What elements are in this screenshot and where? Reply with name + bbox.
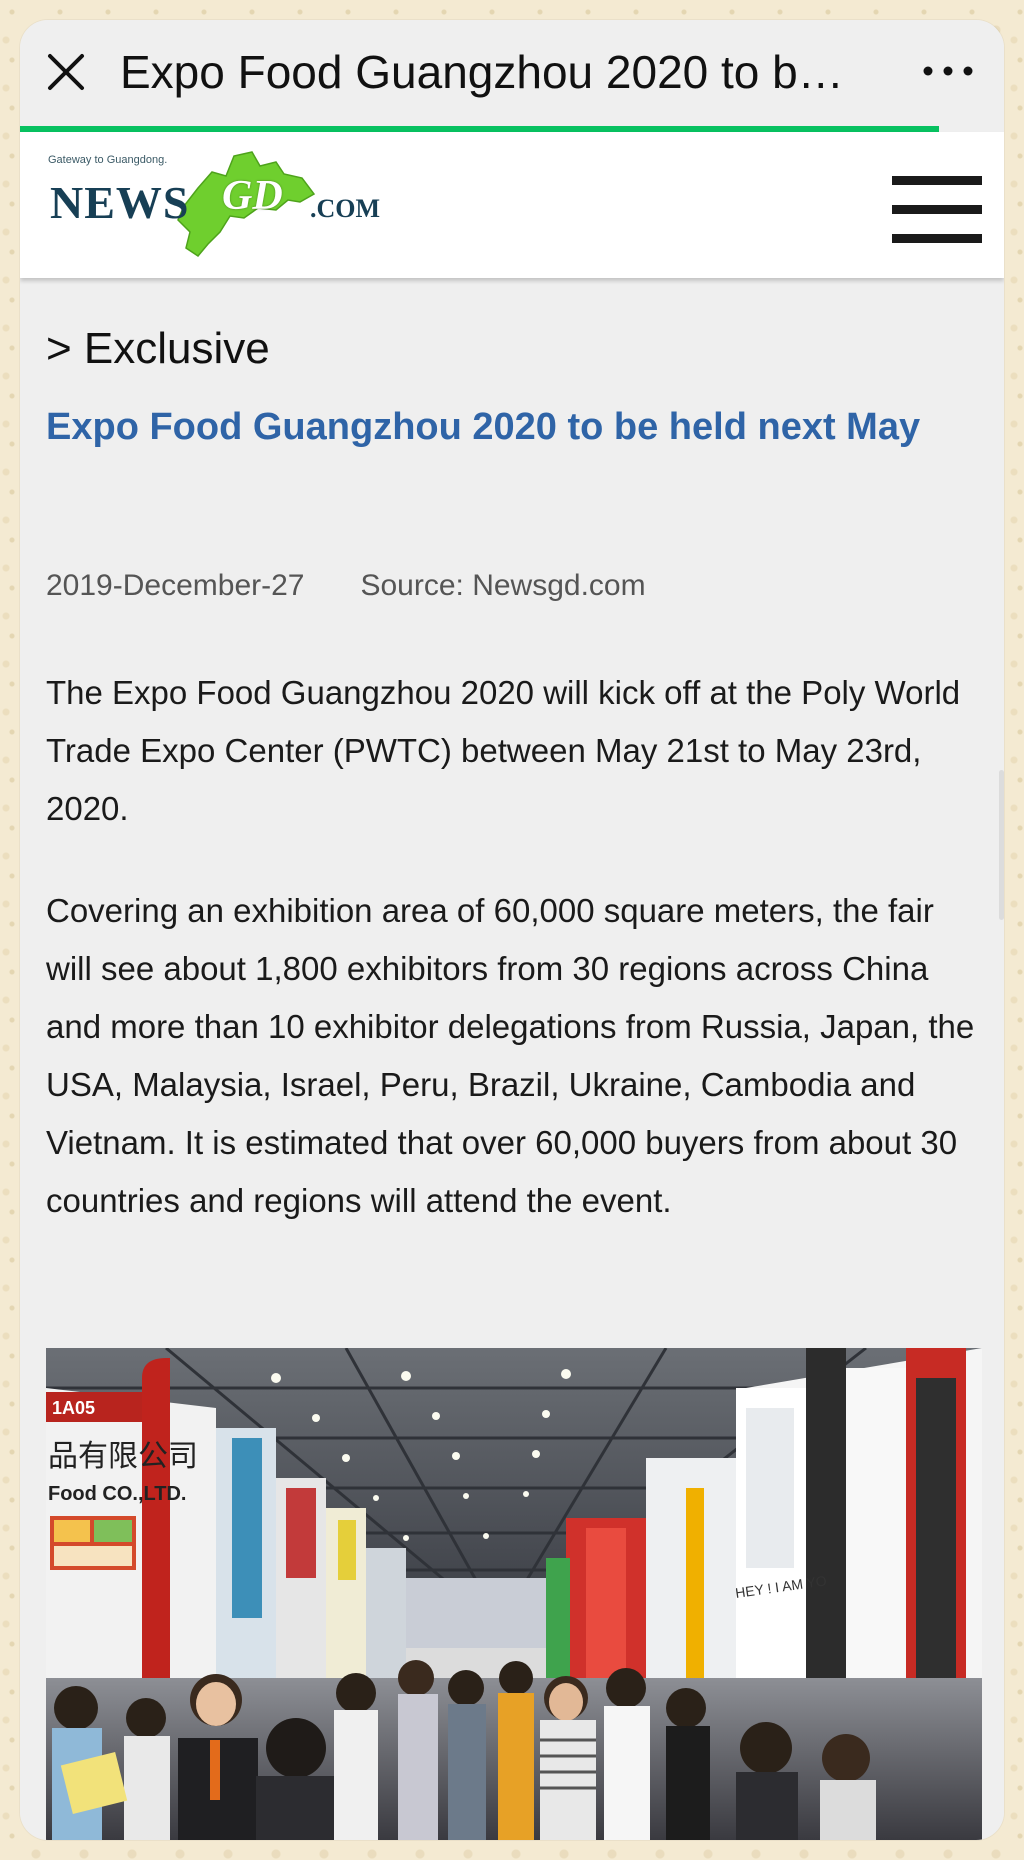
expo-hall-photo[interactable]: 1A05 品有限公司 Food CO.,LTD. HEY ! I AM YO — [46, 1348, 982, 1840]
article-paragraph: Covering an exhibition area of 60,000 sq… — [46, 892, 975, 1219]
booth-code: 1A05 — [52, 1398, 95, 1418]
logo-news-text: NEWS — [50, 177, 190, 228]
article-paragraph: The Expo Food Guangzhou 2020 will kick o… — [46, 674, 961, 827]
article-meta: 2019-December-27 Source: Newsgd.com — [46, 566, 646, 606]
article-content: > Exclusive Expo Food Guangzhou 2020 to … — [20, 278, 1004, 1840]
nav-title: Expo Food Guangzhou 2020 to be held next… — [120, 46, 860, 98]
logo-tagline: Gateway to Guangdong. — [48, 154, 168, 166]
logo-gd-text: GD — [222, 173, 283, 219]
webview-frame: Expo Food Guangzhou 2020 to be held next… — [20, 20, 1004, 1840]
scrollbar[interactable] — [999, 770, 1004, 920]
top-nav-bar: Expo Food Guangzhou 2020 to be held next… — [20, 20, 1004, 126]
section-breadcrumb[interactable]: > Exclusive — [46, 324, 270, 374]
hamburger-menu-icon[interactable] — [892, 176, 982, 244]
article-source: Source: Newsgd.com — [360, 569, 646, 602]
booth-sign-english: Food CO.,LTD. — [48, 1483, 187, 1505]
close-icon[interactable] — [44, 50, 88, 94]
booth-sign-chinese: 品有限公司 — [48, 1439, 198, 1474]
more-dots-icon[interactable] — [918, 56, 978, 86]
article-date: 2019-December-27 — [46, 569, 305, 602]
site-logo[interactable]: Gateway to Guangdong. NEWS GD .COM — [44, 142, 380, 268]
logo-com-text: .COM — [310, 194, 381, 223]
site-header: Gateway to Guangdong. NEWS GD .COM — [20, 132, 1004, 278]
article-title: Expo Food Guangzhou 2020 to be held next… — [46, 406, 921, 448]
